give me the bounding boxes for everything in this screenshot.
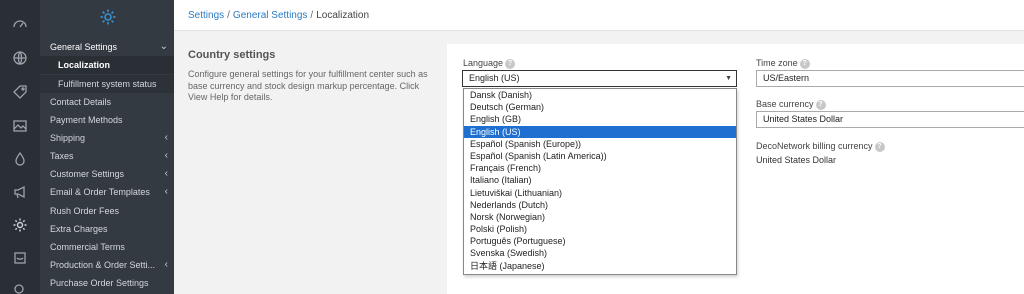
sidebar-item-label: Taxes [50,151,74,161]
megaphone-icon[interactable] [12,184,28,200]
help-icon[interactable]: ? [815,99,826,110]
breadcrumb-current: Localization [316,10,370,21]
base-currency-label: Base currency? [756,99,826,110]
language-option[interactable]: Español (Spanish (Europe)) [464,138,736,150]
chevron-left-icon: ‹ [164,168,168,179]
sidebar-item-label: Email & Order Templates [50,187,150,197]
dashboard-icon[interactable] [12,16,28,32]
language-option[interactable]: Deutsch (German) [464,101,736,113]
sidebar-item-shipping[interactable]: Shipping ‹ [40,129,174,147]
language-option[interactable]: Norsk (Norwegian) [464,211,736,223]
drop-icon[interactable] [12,151,28,167]
sidebar-item-commercial-terms[interactable]: Commercial Terms [40,238,174,256]
sidebar-item-contact-details[interactable]: Contact Details [40,93,174,111]
globe-icon[interactable] [12,50,28,66]
language-option[interactable]: Dansk (Danish) [464,89,736,101]
sidebar-item-email-order-templates[interactable]: Email & Order Templates ‹ [40,183,174,201]
breadcrumb-separator: / [310,10,314,21]
tag-icon[interactable] [12,84,28,100]
language-option[interactable]: Nederlands (Dutch) [464,199,736,211]
chevron-left-icon: ‹ [164,259,168,270]
sidebar-item-rush-order-fees[interactable]: Rush Order Fees [40,202,174,220]
caret-down-icon: ▼ [725,75,732,82]
sidebar-item-taxes[interactable]: Taxes ‹ [40,147,174,165]
sidebar-item-purchase-order-settings[interactable]: Purchase Order Settings [40,274,174,292]
sidebar-item-label: Fulfillment system status [58,79,157,89]
breadcrumb-settings-link[interactable]: Settings [188,10,224,21]
image-icon[interactable] [12,118,28,134]
language-label: Language? [463,58,516,69]
language-option[interactable]: 日本語 (Japanese) [464,260,736,272]
icon-bar [0,0,40,294]
help-icon[interactable]: ? [799,58,810,69]
timezone-label-text: Time zone [756,58,798,68]
breadcrumb-separator: / [227,10,230,21]
language-label-text: Language [463,58,504,68]
sidebar-item-fulfillment-status[interactable]: Fulfillment system status [40,75,174,93]
language-option-selected[interactable]: English (US) [464,125,736,138]
sidebar-item-general-settings[interactable]: General Settings ⌄ [40,38,174,56]
timezone-label: Time zone? [756,58,810,69]
sidebar-item-customer-settings[interactable]: Customer Settings ‹ [40,165,174,183]
timezone-select-value: US/Eastern [763,73,810,83]
section-title: Country settings [188,49,276,61]
settings-logo-icon [99,8,117,26]
language-select[interactable]: English (US) ▼ [462,70,737,87]
sidebar-item-label: Production & Order Setti... [50,260,156,270]
language-option[interactable]: Français (French) [464,162,736,174]
settings-sidebar: General Settings ⌄ Localization Fulfillm… [40,0,174,294]
base-currency-select[interactable]: United States Dollar [756,111,1024,128]
breadcrumb-general-settings-link[interactable]: General Settings [233,10,308,21]
sidebar-item-label: Contact Details [50,97,112,107]
base-currency-label-text: Base currency [756,99,814,109]
sidebar-item-label: Localization [58,60,111,70]
language-option[interactable]: Svenska (Swedish) [464,247,736,259]
language-option[interactable]: English (GB) [464,113,736,125]
base-currency-select-value: United States Dollar [763,114,844,124]
top-bar: Settings / General Settings / Localization [174,0,1024,31]
chevron-left-icon: ‹ [164,150,168,161]
timezone-select[interactable]: US/Eastern [756,70,1024,87]
billing-currency-label: DecoNetwork billing currency? [756,141,885,152]
sidebar-item-extra-charges[interactable]: Extra Charges [40,220,174,238]
help-icon[interactable]: ? [874,141,885,152]
search-icon[interactable] [12,282,28,294]
language-option[interactable]: Lietuviškai (Lithuanian) [464,187,736,199]
sidebar-item-label: Extra Charges [50,224,108,234]
breadcrumb: Settings / General Settings / Localization [188,10,369,21]
sidebar-item-label: Purchase Order Settings [50,278,149,288]
sidebar-item-label: Commercial Terms [50,242,125,252]
language-dropdown-list: Dansk (Danish) Deutsch (German) English … [463,88,737,275]
language-option[interactable]: Polski (Polish) [464,223,736,235]
sidebar-item-label: Rush Order Fees [50,206,120,216]
chevron-down-icon: ⌄ [159,41,168,52]
language-select-value: English (US) [469,73,520,83]
chevron-left-icon: ‹ [164,186,168,197]
billing-currency-label-text: DecoNetwork billing currency [756,141,873,151]
section-description: Configure general settings for your fulf… [188,69,428,102]
chevron-left-icon: ‹ [164,132,168,143]
sidebar-item-production-order-settings[interactable]: Production & Order Setti... ‹ [40,256,174,274]
language-option[interactable]: Español (Spanish (Latin America)) [464,150,736,162]
help-icon[interactable]: ? [505,58,516,69]
sidebar-item-localization[interactable]: Localization [40,56,174,74]
sidebar-item-label: General Settings [50,42,118,52]
language-option[interactable]: Italiano (Italian) [464,174,736,186]
sidebar-item-payment-methods[interactable]: Payment Methods [40,111,174,129]
billing-currency-value: United States Dollar [756,155,837,165]
language-option[interactable]: Português (Portuguese) [464,235,736,247]
sidebar-item-label: Payment Methods [50,115,123,125]
store-icon[interactable] [12,250,28,266]
settings-gear-icon[interactable] [12,217,28,233]
sidebar-item-label: Customer Settings [50,169,125,179]
sidebar-item-label: Shipping [50,133,86,143]
